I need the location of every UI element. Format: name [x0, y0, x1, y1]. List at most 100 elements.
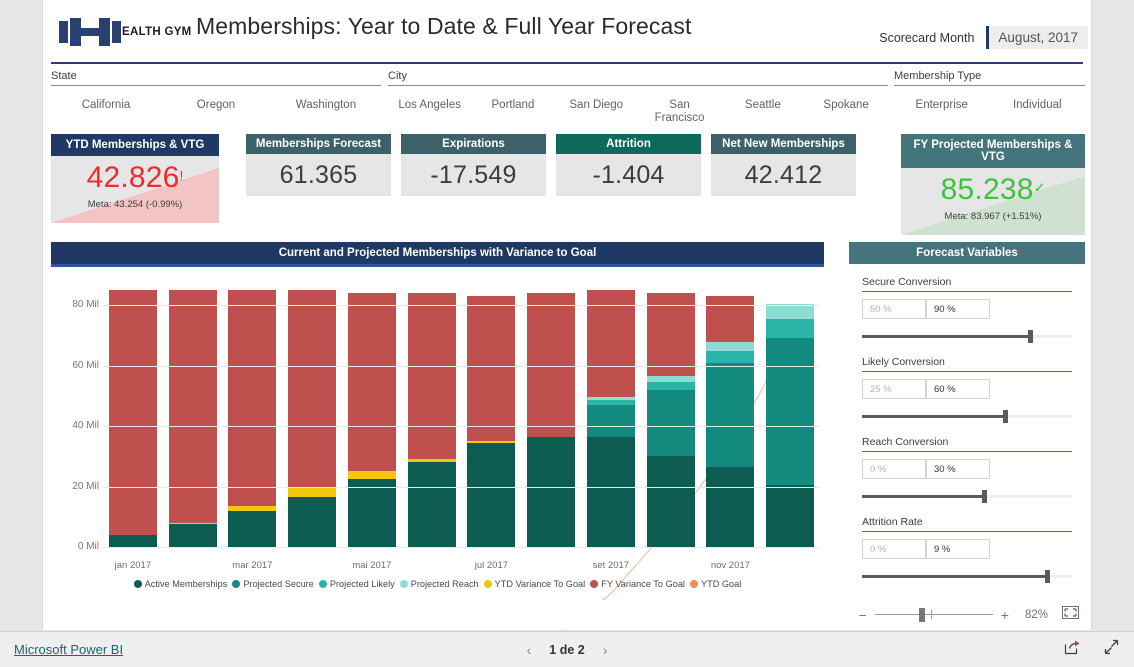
chart-bar-segment[interactable]	[108, 290, 157, 535]
slicer-item-seattle[interactable]: Seattle	[721, 99, 804, 125]
chart-bar-segment[interactable]	[766, 318, 815, 339]
chart-bar-segment[interactable]	[646, 456, 695, 547]
chart-x-tick: mai 2017	[352, 560, 392, 571]
chevron-left-icon[interactable]: ‹	[527, 642, 532, 658]
slicer-item-san-francisco[interactable]: San Francisco	[638, 99, 721, 125]
chart-bar-segment[interactable]	[586, 290, 635, 398]
kpi-card-memberships-forecast-value: 61.365	[279, 161, 358, 189]
slicer-item-washington[interactable]: Washington	[271, 99, 381, 112]
slicer-item-san-diego[interactable]: San Diego	[555, 99, 638, 125]
forecast-variable-reach-conversion-value[interactable]: 30 %	[926, 459, 990, 479]
kpi-card-fy-projected-memberships[interactable]: FY Projected Memberships & VTG 85.238✓ M…	[901, 134, 1085, 235]
kpi-card-memberships-forecast[interactable]: Memberships Forecast 61.365	[246, 134, 391, 196]
slicer-item-oregon[interactable]: Oregon	[161, 99, 271, 112]
chart-gridline	[103, 486, 820, 488]
kpi-row: YTD Memberships & VTG 42.826! Meta: 43.2…	[43, 134, 1091, 235]
kpi-card-expirations[interactable]: Expirations -17.549	[401, 134, 546, 196]
chart-bar-group[interactable]	[706, 275, 755, 547]
chart-bar-segment[interactable]	[467, 442, 516, 547]
forecast-variable-likely-conversion-value[interactable]: 60 %	[926, 379, 990, 399]
chart-bar-segment[interactable]	[586, 436, 635, 547]
kpi-card-ytd-value: 42.826	[86, 161, 180, 194]
chart-bar-group[interactable]	[407, 275, 456, 547]
chart-bar-segment[interactable]	[407, 293, 456, 460]
forecast-variable-reach-conversion-min[interactable]: 0 %	[862, 459, 926, 479]
zoom-slider-thumb[interactable]	[918, 608, 925, 622]
forecast-variable-attrition-rate-min[interactable]: 0 %	[862, 539, 926, 559]
chart-bar-segment[interactable]	[646, 382, 695, 390]
slicer-item-enterprise[interactable]: Enterprise	[894, 99, 990, 112]
chart-bar-segment[interactable]	[288, 290, 337, 489]
chart-bar-segment[interactable]	[228, 290, 277, 507]
chart-bar-group[interactable]	[527, 275, 576, 547]
forecast-variable-likely-conversion: Likely Conversion 25 % 60 %	[862, 356, 1072, 423]
chart-bar-group[interactable]	[347, 275, 396, 547]
chart-bar-segment[interactable]	[288, 497, 337, 547]
chart-bar-group[interactable]	[586, 275, 635, 547]
chart-bar-segment[interactable]	[168, 290, 217, 524]
zoom-slider[interactable]	[874, 608, 993, 622]
chart-bar-group[interactable]	[646, 275, 695, 547]
chart-bar-group[interactable]	[467, 275, 516, 547]
chart-bar-segment[interactable]	[766, 485, 815, 547]
chart-bar-group[interactable]	[108, 275, 157, 547]
slicer-item-los-angeles[interactable]: Los Angeles	[388, 99, 471, 125]
fullscreen-icon[interactable]	[1103, 639, 1120, 660]
forecast-variable-attrition-rate-slider[interactable]	[862, 570, 1072, 583]
chevron-right-icon[interactable]: ›	[603, 642, 608, 658]
slicer-item-spokane[interactable]: Spokane	[804, 99, 887, 125]
share-icon[interactable]	[1064, 639, 1081, 660]
chart-bar-segment[interactable]	[706, 296, 755, 342]
forecast-variable-attrition-rate-value[interactable]: 9 %	[926, 539, 990, 559]
chart-bar-segment[interactable]	[228, 510, 277, 547]
zoom-slider-track	[874, 614, 993, 615]
slicer-item-individual[interactable]: Individual	[990, 99, 1086, 112]
chart-bar-segment[interactable]	[347, 479, 396, 547]
forecast-variable-reach-conversion-slider[interactable]	[862, 490, 1072, 503]
chart-plot-area: jan 2017 mar 2017 mai 2017 jul 2017 set 2017…	[51, 267, 824, 577]
chart-bar-segment[interactable]	[347, 293, 396, 472]
slicer-item-california[interactable]: California	[51, 99, 161, 112]
forecast-variable-secure-conversion-slider[interactable]	[862, 330, 1072, 343]
forecast-variable-likely-conversion-min[interactable]: 25 %	[862, 379, 926, 399]
chart-bar-segment[interactable]	[168, 524, 217, 547]
zoom-slider-midpoint-tick	[930, 610, 932, 619]
chart-bar-group[interactable]	[228, 275, 277, 547]
chart-bar-segment[interactable]	[706, 362, 755, 467]
kpi-card-net-new-memberships[interactable]: Net New Memberships 42.412	[711, 134, 856, 196]
fit-to-page-icon[interactable]	[1062, 606, 1079, 624]
slicer-city-title: City	[388, 70, 888, 86]
forecast-variable-secure-conversion-value[interactable]: 90 %	[926, 299, 990, 319]
slider-thumb[interactable]	[1028, 330, 1033, 343]
chart-visual: Current and Projected Memberships with V…	[51, 242, 824, 597]
chart-bar-segment[interactable]	[586, 404, 635, 437]
chart-bar-segment[interactable]	[288, 488, 337, 498]
chart-bar-group[interactable]	[288, 275, 337, 547]
zoom-in-button[interactable]: +	[995, 607, 1015, 623]
slider-thumb[interactable]	[1044, 570, 1050, 583]
kpi-card-ytd-memberships[interactable]: YTD Memberships & VTG 42.826! Meta: 43.2…	[51, 134, 219, 223]
chart-bar-segment[interactable]	[407, 462, 456, 547]
slicer-item-portland[interactable]: Portland	[471, 99, 554, 125]
forecast-variable-secure-conversion-min[interactable]: 50 %	[862, 299, 926, 319]
chart-bar-group[interactable]	[766, 275, 815, 547]
kpi-card-attrition[interactable]: Attrition -1.404	[556, 134, 701, 196]
forecast-variable-likely-conversion-slider[interactable]	[862, 410, 1072, 423]
slider-thumb[interactable]	[981, 490, 987, 503]
chart-bar-group[interactable]	[168, 275, 217, 547]
chart-bar-segment[interactable]	[706, 350, 755, 363]
chart-bar-segment[interactable]	[646, 389, 695, 457]
chart-bar-segment[interactable]	[527, 436, 576, 547]
scorecard-month-value[interactable]: August, 2017	[986, 26, 1088, 49]
chart-y-tick: 20 Mil	[72, 480, 99, 492]
page-navigator: ‹ 1 de 2 ›	[0, 642, 1134, 658]
chart-bar-segment[interactable]	[766, 338, 815, 486]
chart-bar-segment[interactable]	[108, 534, 157, 547]
zoom-out-button[interactable]: −	[853, 607, 873, 623]
chart-bar-segment[interactable]	[706, 341, 755, 351]
scorecard-month-selector[interactable]: Scorecard Month August, 2017	[879, 26, 1088, 49]
chart-bar-segment[interactable]	[706, 466, 755, 547]
chart-bar-segment[interactable]	[467, 296, 516, 442]
slider-thumb[interactable]	[1002, 410, 1008, 423]
chart-bar-segment[interactable]	[347, 471, 396, 479]
